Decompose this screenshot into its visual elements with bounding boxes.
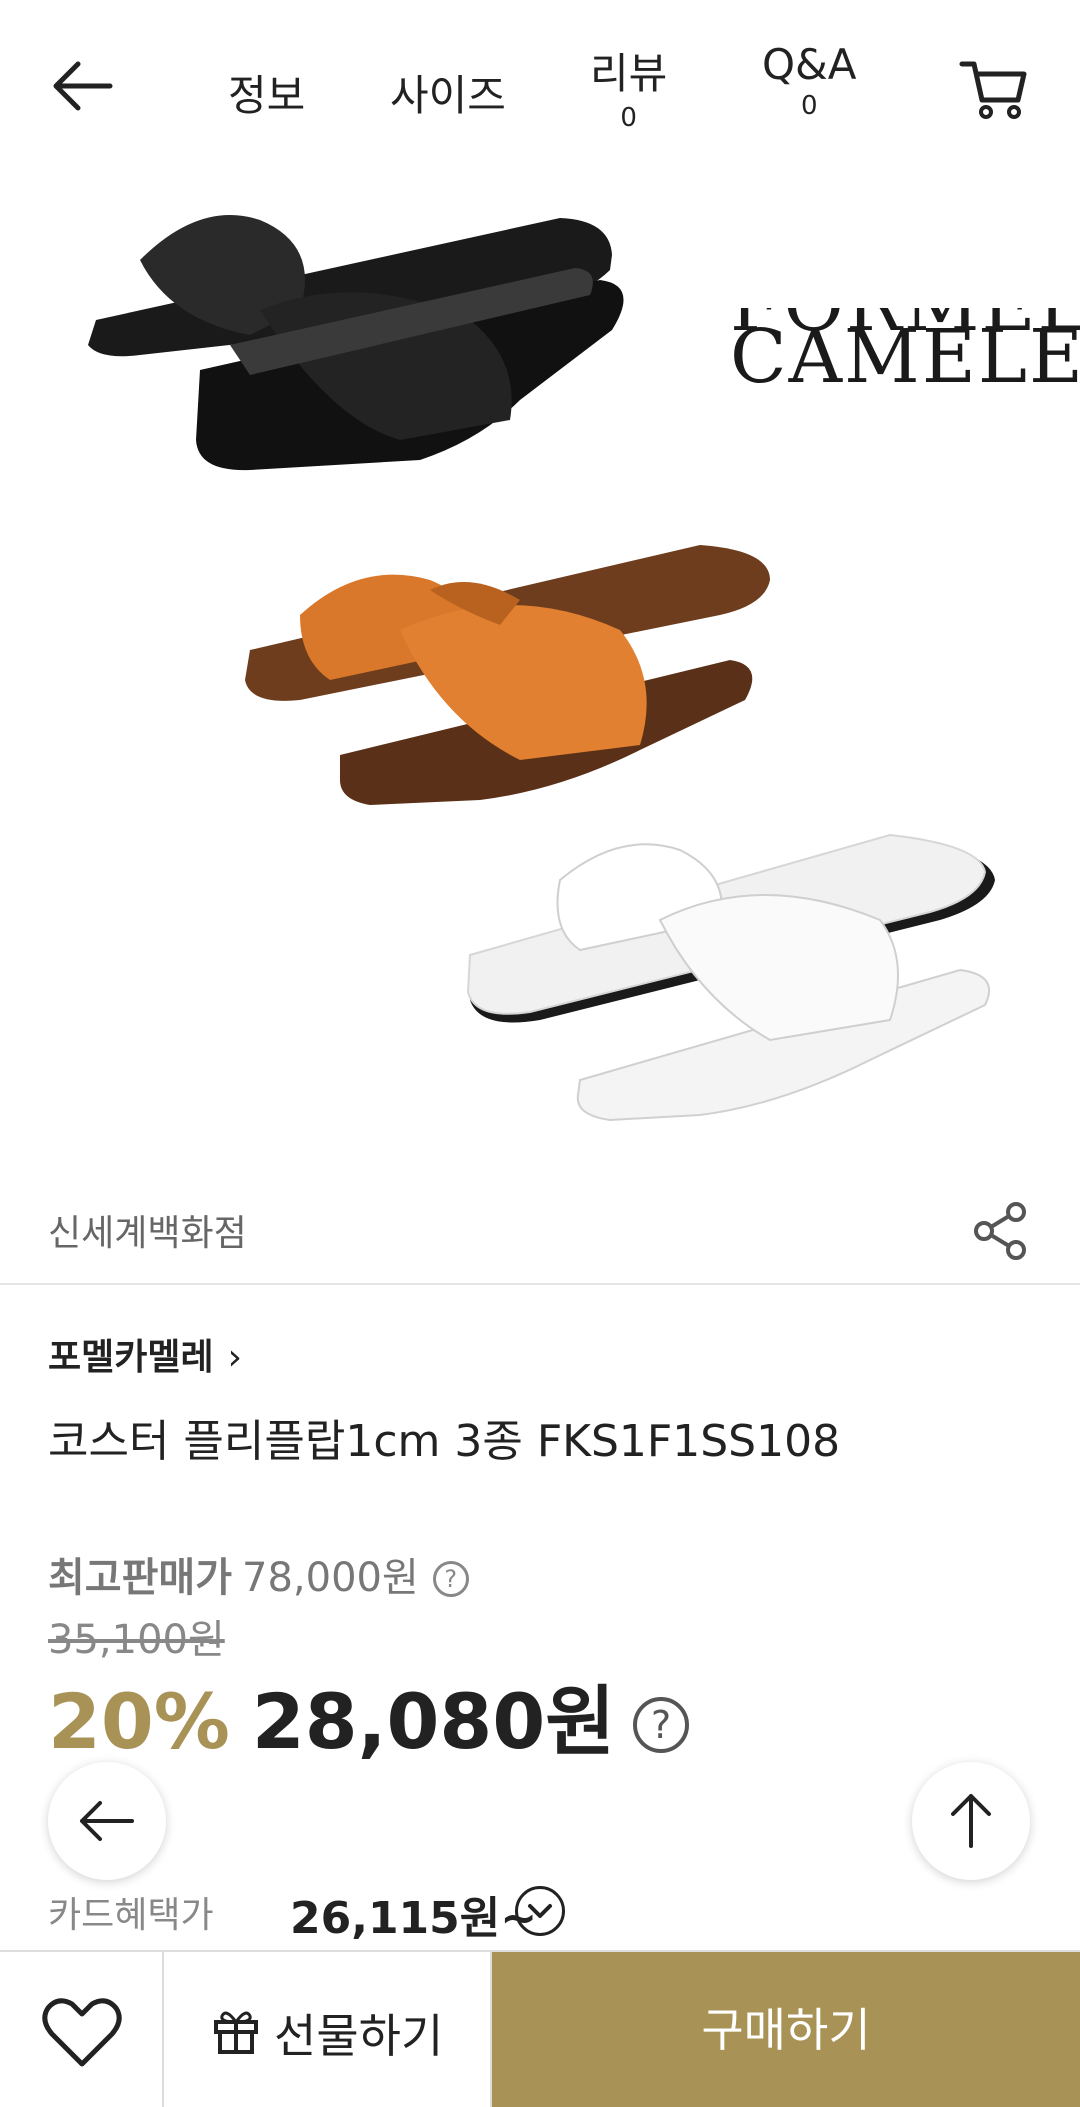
price-help-icon[interactable]: ? bbox=[633, 1697, 690, 1753]
sandal-white bbox=[466, 833, 995, 1122]
top-nav: 정보 사이즈 리뷰 0 Q&A 0 bbox=[0, 0, 1080, 170]
arrow-left-icon bbox=[80, 1801, 134, 1841]
help-icon[interactable]: ? bbox=[432, 1561, 469, 1597]
heart-icon bbox=[42, 1998, 122, 2067]
final-price: 28,080원 bbox=[251, 1677, 616, 1766]
sandals-illustration bbox=[88, 215, 995, 1122]
best-price-label: 최고판매가 bbox=[48, 1555, 232, 1601]
buy-button[interactable]: 구매하기 bbox=[492, 1952, 1080, 2107]
back-button[interactable] bbox=[48, 50, 120, 122]
qa-count: 0 bbox=[801, 91, 818, 121]
scroll-top-button[interactable] bbox=[912, 1762, 1030, 1880]
cart-button[interactable] bbox=[958, 52, 1030, 124]
arrow-left-icon bbox=[53, 61, 113, 111]
tab-size[interactable]: 사이즈 bbox=[390, 62, 506, 123]
tab-review[interactable]: 리뷰 0 bbox=[590, 40, 667, 133]
seller-row: 신세계백화점 bbox=[0, 1160, 1080, 1285]
seller-name[interactable]: 신세계백화점 bbox=[48, 1204, 247, 1256]
review-count: 0 bbox=[620, 103, 637, 133]
tab-qa-label: Q&A bbox=[762, 40, 857, 89]
best-price-row: 최고판매가 78,000원? bbox=[48, 1545, 469, 1603]
share-button[interactable] bbox=[968, 1198, 1034, 1264]
previous-button[interactable] bbox=[48, 1762, 166, 1880]
tab-size-label: 사이즈 bbox=[390, 71, 506, 120]
arrow-up-icon bbox=[951, 1794, 991, 1848]
bottom-action-bar: 선물하기 구매하기 bbox=[0, 1950, 1080, 2107]
card-benefit-label: 카드혜택가 bbox=[48, 1895, 214, 1936]
discount-rate: 20% bbox=[48, 1677, 230, 1766]
product-image[interactable]: FORMEL CAMELE bbox=[0, 160, 1080, 1160]
chevron-down-icon bbox=[528, 1904, 552, 1918]
best-price: 78,000원 bbox=[242, 1555, 419, 1601]
product-title: 코스터 플리플랍1cm 3종 FKS1F1SS108 bbox=[48, 1416, 841, 1467]
brand-name: 포멜카멜레 bbox=[48, 1337, 214, 1378]
tab-info-label: 정보 bbox=[228, 71, 306, 120]
tab-info[interactable]: 정보 bbox=[228, 62, 305, 123]
expand-card-benefit-button[interactable] bbox=[515, 1886, 565, 1936]
chevron-right-icon: › bbox=[227, 1337, 243, 1378]
cart-icon bbox=[959, 61, 1027, 119]
brand-link[interactable]: 포멜카멜레 › bbox=[48, 1328, 242, 1380]
like-button[interactable] bbox=[0, 1952, 164, 2107]
gift-button[interactable]: 선물하기 bbox=[164, 1952, 492, 2107]
share-icon bbox=[974, 1202, 1026, 1260]
final-price-row: 20% 28,080원? bbox=[48, 1660, 690, 1770]
original-price: 35,100원 bbox=[48, 1617, 225, 1663]
gift-label: 선물하기 bbox=[274, 2009, 444, 2063]
tab-qa[interactable]: Q&A 0 bbox=[762, 40, 857, 121]
sandal-black bbox=[88, 215, 624, 471]
card-benefit-price: 26,115원~ bbox=[290, 1893, 538, 1944]
card-benefit-row: 카드혜택가 26,115원~ bbox=[48, 1882, 1048, 1944]
gift-icon bbox=[214, 2011, 258, 2054]
tab-review-label: 리뷰 bbox=[590, 49, 668, 98]
sandal-brown bbox=[245, 545, 770, 805]
